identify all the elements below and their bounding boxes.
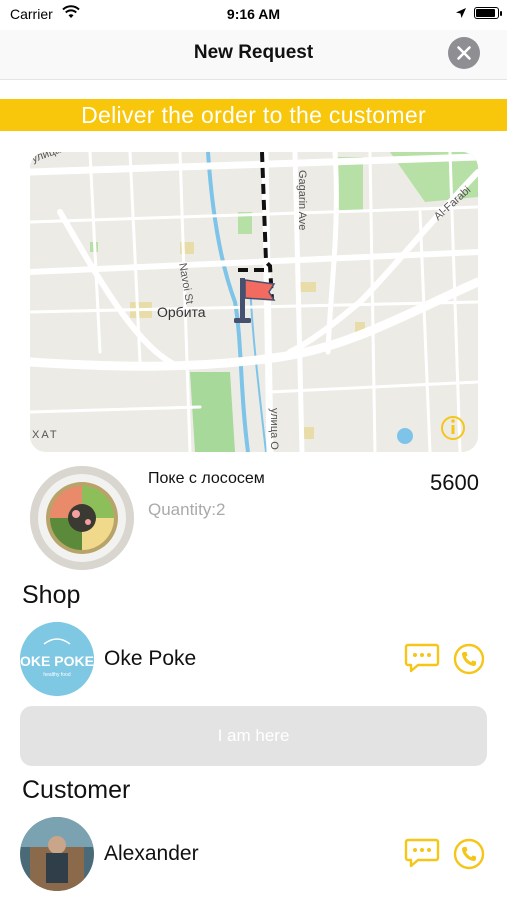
close-icon (457, 46, 471, 60)
battery-icon (474, 7, 502, 19)
shop-chat-button[interactable] (404, 642, 440, 674)
map-canvas (30, 152, 478, 452)
map-label-orbita: Орбита (157, 304, 206, 320)
phone-icon (453, 643, 485, 675)
shop-logo: OKE POKE healthy food (20, 622, 94, 696)
shop-logo-subtext: healthy food (43, 672, 70, 678)
shop-heading: Shop (22, 581, 81, 609)
location-arrow-icon (455, 6, 467, 22)
clock: 9:16 AM (226, 6, 281, 22)
route-map[interactable]: Орбита Navoi St Gagarin Ave Al-Farabi ул… (30, 152, 478, 452)
chat-icon (404, 838, 440, 868)
navigation-bar: New Request (0, 30, 507, 80)
product-name: Поке с лососем (148, 470, 265, 487)
customer-call-button[interactable] (453, 838, 485, 870)
customer-avatar (20, 817, 94, 891)
close-button[interactable] (448, 37, 480, 69)
page-title: New Request (193, 42, 314, 63)
shop-logo-text: OKE POKE (20, 653, 94, 669)
shop-call-button[interactable] (453, 643, 485, 675)
i-am-here-button[interactable]: I am here (20, 706, 487, 766)
customer-heading: Customer (22, 776, 131, 804)
product-price: 5600 (430, 470, 479, 495)
instruction-banner: Deliver the order to the customer (0, 99, 507, 131)
shop-name: Oke Poke (104, 647, 197, 670)
map-label-gagarin: Gagarin Ave (296, 170, 308, 231)
customer-name: Alexander (104, 842, 199, 865)
map-label-hat: ХАТ (32, 429, 59, 441)
product-photo (30, 466, 134, 570)
map-label-ulitsa-o: улица О (268, 408, 280, 450)
phone-icon (453, 838, 485, 870)
customer-chat-button[interactable] (404, 837, 440, 869)
status-bar: Carrier 9:16 AM (0, 0, 507, 30)
product-quantity: Quantity:2 (148, 500, 226, 519)
chat-icon (404, 643, 440, 673)
